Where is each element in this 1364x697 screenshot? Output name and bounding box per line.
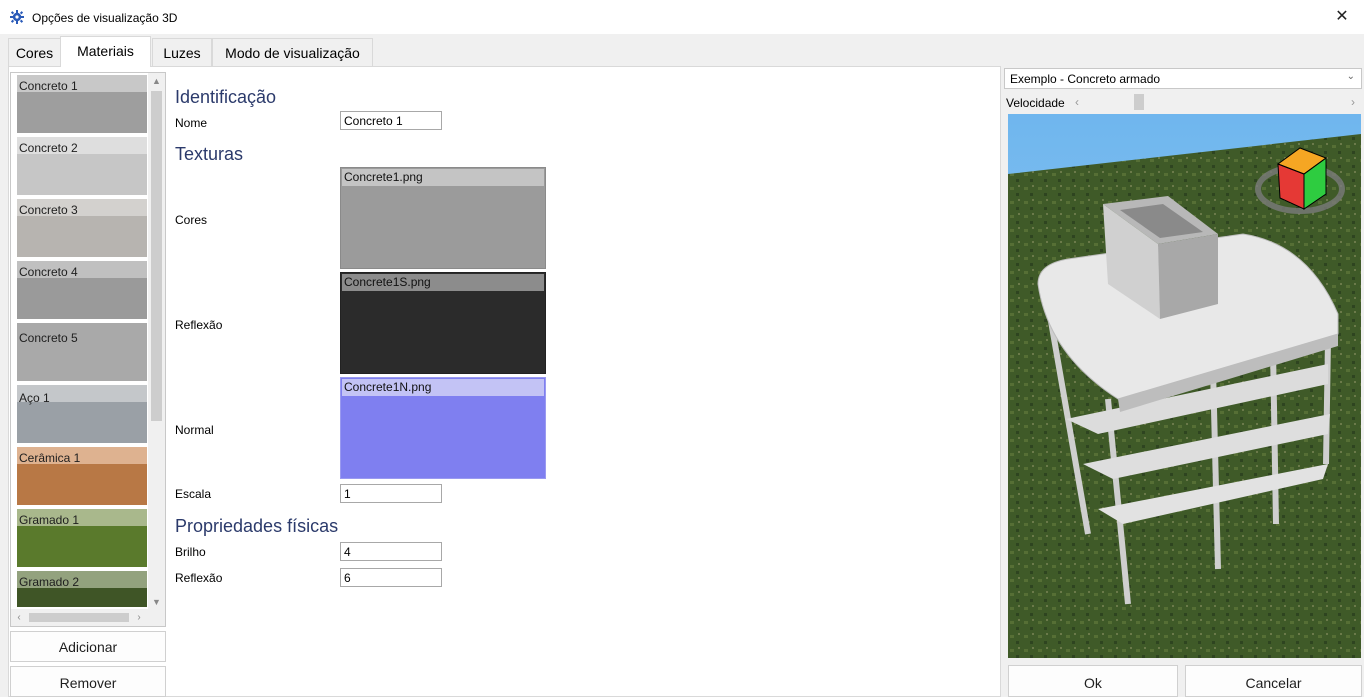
close-icon[interactable]: ✕: [1334, 9, 1350, 25]
tab-luzes[interactable]: Luzes: [152, 38, 212, 66]
chevron-up-icon[interactable]: ▲: [148, 73, 165, 89]
tab-modo-visualizacao[interactable]: Modo de visualização: [212, 38, 373, 66]
example-select[interactable]: Exemplo - Concreto armado ⌄: [1004, 68, 1362, 89]
brilho-label: Brilho: [175, 545, 206, 559]
escala-label: Escala: [175, 487, 212, 501]
normal-texture-slot[interactable]: Concrete1N.png: [340, 377, 546, 479]
remove-material-button[interactable]: Remover: [10, 666, 166, 697]
list-item[interactable]: Gramado 1: [17, 509, 147, 567]
list-item[interactable]: Concreto 2: [17, 137, 147, 195]
scroll-thumb[interactable]: [151, 91, 162, 421]
texture-filename: Concrete1.png: [342, 169, 544, 186]
material-label: Concreto 3: [19, 203, 78, 217]
add-material-button[interactable]: Adicionar: [10, 631, 166, 662]
name-label: Nome: [175, 116, 208, 130]
section-propriedades-fisicas: Propriedades físicas: [175, 516, 339, 536]
vertical-scrollbar[interactable]: ▲ ▼: [148, 73, 165, 610]
slider-thumb[interactable]: [1134, 94, 1145, 110]
color-texture-slot[interactable]: Concrete1.png: [340, 167, 546, 269]
list-item[interactable]: Aço 1: [17, 385, 147, 443]
tab-cores[interactable]: Cores: [8, 38, 61, 66]
speed-label: Velocidade: [1006, 96, 1065, 110]
list-item[interactable]: Concreto 5: [17, 323, 147, 381]
cores-label: Cores: [175, 213, 208, 227]
brilho-field[interactable]: 4: [340, 542, 442, 561]
reflexao-field[interactable]: 6: [340, 568, 442, 587]
list-item[interactable]: Concreto 4: [17, 261, 147, 319]
list-item[interactable]: Cerâmica 1: [17, 447, 147, 505]
chevron-left-icon[interactable]: ‹: [11, 609, 27, 626]
list-item[interactable]: Gramado 2: [17, 571, 147, 607]
cancel-button[interactable]: Cancelar: [1185, 665, 1362, 697]
escala-field[interactable]: 1: [340, 484, 442, 503]
title-bar: Opções de visualização 3D ✕: [0, 0, 1364, 34]
chevron-right-icon[interactable]: ›: [131, 609, 147, 626]
material-label: Aço 1: [19, 391, 50, 405]
horizontal-scrollbar[interactable]: ‹ ›: [11, 609, 165, 626]
chevron-down-icon[interactable]: ▼: [148, 594, 165, 610]
material-label: Gramado 2: [19, 575, 80, 589]
tab-materiais[interactable]: Materiais: [60, 36, 151, 67]
3d-scene: [1008, 114, 1361, 658]
texture-filename: Concrete1S.png: [342, 274, 544, 291]
material-label: Cerâmica 1: [19, 451, 81, 465]
ok-button[interactable]: Ok: [1008, 665, 1178, 697]
chevron-left-icon[interactable]: ‹: [1070, 93, 1084, 111]
material-label: Concreto 5: [19, 331, 78, 345]
name-field[interactable]: Concreto 1: [340, 111, 442, 130]
section-texturas: Texturas: [175, 144, 244, 164]
material-label: Gramado 1: [19, 513, 80, 527]
gear-icon: [10, 10, 24, 24]
texture-filename: Concrete1N.png: [342, 379, 544, 396]
list-item[interactable]: Concreto 3: [17, 199, 147, 257]
material-label: Concreto 4: [19, 265, 78, 279]
list-item[interactable]: Concreto 1: [17, 75, 147, 133]
material-label: Concreto 2: [19, 141, 78, 155]
material-label: Concreto 1: [19, 79, 78, 93]
chevron-right-icon[interactable]: ›: [1346, 93, 1360, 111]
window-title: Opções de visualização 3D: [32, 11, 178, 25]
speed-slider[interactable]: ‹ ›: [1070, 93, 1360, 111]
3d-preview-viewport[interactable]: [1008, 114, 1361, 658]
chevron-down-icon: ⌄: [1346, 71, 1355, 82]
reflection-texture-slot[interactable]: Concrete1S.png: [340, 272, 546, 374]
reflexao-texture-label: Reflexão: [175, 318, 223, 332]
reflexao-label: Reflexão: [175, 571, 223, 585]
scroll-thumb[interactable]: [29, 613, 129, 622]
section-identificacao: Identificação: [175, 87, 277, 107]
material-list[interactable]: Concreto 1 Concreto 2 Concreto 3 Concret…: [10, 72, 166, 627]
normal-label: Normal: [175, 423, 214, 437]
example-select-value: Exemplo - Concreto armado: [1010, 72, 1161, 86]
